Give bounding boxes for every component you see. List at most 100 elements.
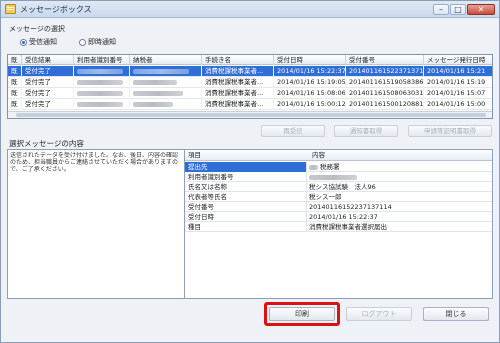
cell-procedure: 消費税課税事業者... <box>202 99 274 110</box>
cell-issued: 2014/01/16 15:00 <box>424 99 492 110</box>
window-title: メッセージボックス <box>20 5 92 14</box>
table-row[interactable]: 既 受付完了 消費税課税事業者... 2014/01/16 15:08:06 2… <box>8 88 492 99</box>
radio-immediate[interactable]: 即時通知 <box>79 37 116 47</box>
property-row[interactable]: 受付番号 20140116152237137114 <box>185 202 492 212</box>
maximize-button[interactable]: □ <box>450 4 466 15</box>
property-row[interactable]: 種目 消費税課税事業者選択届出 <box>185 222 492 232</box>
cell-procedure: 消費税課税事業者... <box>202 66 274 77</box>
message-list[interactable]: 既 受信結果 利用者識別番号 納税者 手続き名 受付日時 受付番号 メッセージ発… <box>7 54 493 119</box>
col-user-id[interactable]: 利用者識別番号 <box>74 55 130 65</box>
cell-result: 受付完了 <box>22 99 74 110</box>
detail-section-label: 選択メッセージの内容 <box>9 139 84 148</box>
col-taxpayer[interactable]: 納税者 <box>130 55 202 65</box>
radio-received[interactable]: 受信通知 <box>20 37 57 47</box>
cell-result: 受付完了 <box>22 77 74 88</box>
redacted-user-id <box>77 90 123 96</box>
detail-panel: 送信されたデータを受け付けました。なお、後日、内容の確認のため、担当職員からご連… <box>7 149 493 299</box>
logout-button[interactable]: ログアウト <box>346 307 412 321</box>
print-button[interactable]: 印刷 <box>269 307 335 321</box>
cell-procedure: 消費税課税事業者... <box>202 88 274 99</box>
cell-user-id <box>74 77 130 88</box>
col-result[interactable]: 受信結果 <box>22 55 74 65</box>
cell-issued: 2014/01/16 15:07 <box>424 88 492 99</box>
col-issued[interactable]: メッセージ発行日時 <box>424 55 492 65</box>
cell-number: 20140116150806303113 <box>346 88 424 99</box>
property-key: 氏名又は名称 <box>185 182 307 192</box>
resend-button[interactable]: 再受信 <box>261 125 325 137</box>
property-key: 受付日時 <box>185 212 307 222</box>
cell-issued: 2014/01/16 15:21 <box>424 66 492 77</box>
minimize-button[interactable]: – <box>433 4 449 15</box>
get-notice-button[interactable]: 通知書取得 <box>334 125 398 137</box>
cell-read: 既 <box>8 77 22 88</box>
redacted-taxpayer <box>133 68 189 74</box>
close-button[interactable]: 閉じる <box>423 307 489 321</box>
property-key: 代表者等氏名 <box>185 192 307 202</box>
redacted-user-id <box>77 79 123 85</box>
radio-immediate-label: 即時通知 <box>88 38 116 46</box>
cell-procedure: 消費税課税事業者... <box>202 77 274 88</box>
property-row[interactable]: 提出先 税務署 <box>185 162 492 172</box>
header-content: 内容 <box>312 151 325 159</box>
col-procedure[interactable]: 手続き名 <box>202 55 274 65</box>
list-header: 既 受信結果 利用者識別番号 納税者 手続き名 受付日時 受付番号 メッセージ発… <box>8 55 492 65</box>
cell-result: 受付完了 <box>22 88 74 99</box>
cell-taxpayer <box>130 88 202 99</box>
property-value: 消費税課税事業者選択届出 <box>309 223 387 231</box>
property-grid-header: 項目 内容 <box>185 150 492 161</box>
list-horizontal-scrollbar[interactable] <box>8 111 492 118</box>
property-value-text: 税務署 <box>320 163 340 171</box>
property-value <box>309 172 492 182</box>
header-item: 項目 <box>188 151 201 159</box>
cell-taxpayer <box>130 99 202 110</box>
cell-issued: 2014/01/16 15:19 <box>424 77 492 88</box>
property-value: 税シス協試験 法人96 <box>309 183 376 191</box>
redacted-taxpayer <box>133 79 177 85</box>
cell-date: 2014/01/16 15:19:05 <box>274 77 346 88</box>
selection-label: メッセージの選択 <box>9 25 65 33</box>
cell-read: 既 <box>8 99 22 110</box>
message-note-text: 送信されたデータを受け付けました。なお、後日、内容の確認のため、担当職員からご連… <box>10 152 179 173</box>
table-row[interactable]: 既 受付完了 消費税課税事業者... 2014/01/16 15:19:05 2… <box>8 77 492 88</box>
cell-read: 既 <box>8 66 22 77</box>
property-value: 2014/01/16 15:22:37 <box>309 213 378 221</box>
property-row[interactable]: 利用者識別番号 <box>185 172 492 182</box>
property-row[interactable]: 受付日時 2014/01/16 15:22:37 <box>185 212 492 222</box>
scrollbar-thumb[interactable] <box>16 113 486 117</box>
get-certificate-button[interactable]: 申請等証明書取得 <box>408 125 492 137</box>
col-number[interactable]: 受付番号 <box>346 55 424 65</box>
col-read[interactable]: 既 <box>8 55 22 65</box>
property-value: 20140116152237137114 <box>309 203 392 211</box>
property-value: 税シス一郎 <box>309 193 342 201</box>
cell-date: 2014/01/16 15:00:12 <box>274 99 346 110</box>
cell-number: 20140116151905838615 <box>346 77 424 88</box>
cell-user-id <box>74 66 130 77</box>
radio-received-indicator[interactable] <box>20 38 27 46</box>
cell-taxpayer <box>130 77 202 88</box>
property-row[interactable]: 氏名又は名称 税シス協試験 法人96 <box>185 182 492 192</box>
redacted-taxpayer <box>133 101 173 107</box>
radio-received-label: 受信通知 <box>29 38 57 46</box>
cell-date: 2014/01/16 15:22:37 <box>274 66 346 77</box>
cell-user-id <box>74 99 130 110</box>
table-row[interactable]: 既 受付完了 消費税課税事業者... 2014/01/16 15:22:37 2… <box>8 66 492 77</box>
redacted-user-id <box>77 68 123 74</box>
property-key: 受付番号 <box>185 202 307 212</box>
cell-user-id <box>74 88 130 99</box>
cell-number: 20140116150012088115 <box>346 99 424 110</box>
redacted-taxpayer <box>133 90 183 96</box>
close-window-button[interactable]: ✕ <box>467 4 495 15</box>
cell-date: 2014/01/16 15:08:06 <box>274 88 346 99</box>
cell-taxpayer <box>130 66 202 77</box>
radio-immediate-indicator[interactable] <box>79 38 86 46</box>
cell-result: 受付完了 <box>22 66 74 77</box>
table-row[interactable]: 既 受付完了 消費税課税事業者... 2014/01/16 15:00:12 2… <box>8 99 492 110</box>
property-grid[interactable]: 項目 内容 提出先 税務署 利用者識別番号 氏名又は名称 税シス協試験 法人96… <box>184 150 492 298</box>
property-row[interactable]: 代表者等氏名 税シス一郎 <box>185 192 492 202</box>
cell-read: 既 <box>8 88 22 99</box>
property-key: 種目 <box>185 222 307 232</box>
redacted-user-id <box>309 174 357 180</box>
title-bar: メッセージボックス – □ ✕ <box>1 1 499 18</box>
cell-number: 20140116152237137114 <box>346 66 424 77</box>
col-date[interactable]: 受付日時 <box>274 55 346 65</box>
